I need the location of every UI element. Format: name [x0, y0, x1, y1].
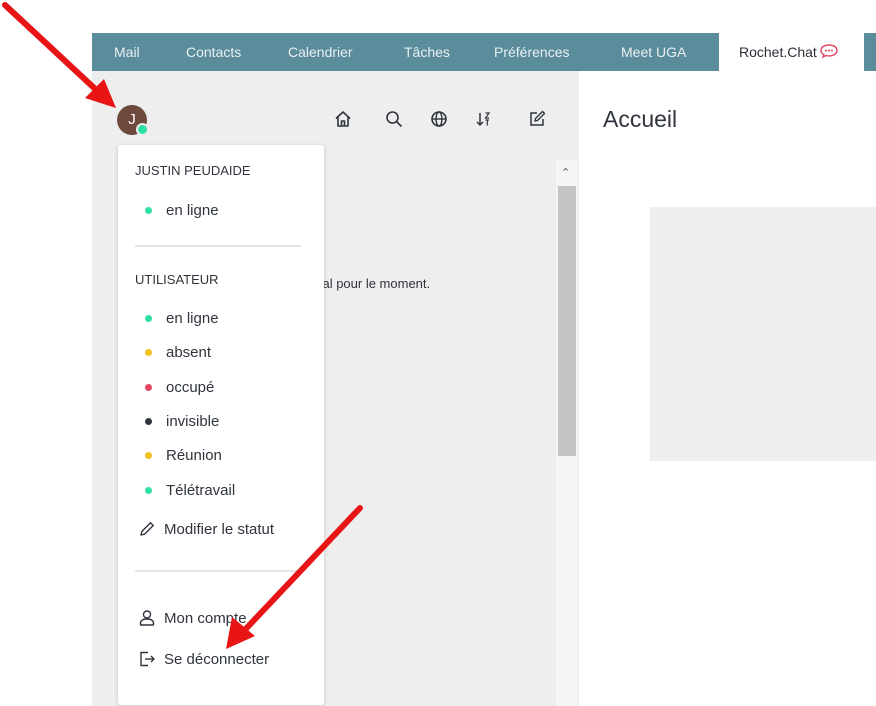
arrow-to-avatar: [2, 2, 116, 108]
annotation-overlay: [2, 2, 363, 649]
arrow-to-logout: [226, 505, 363, 649]
